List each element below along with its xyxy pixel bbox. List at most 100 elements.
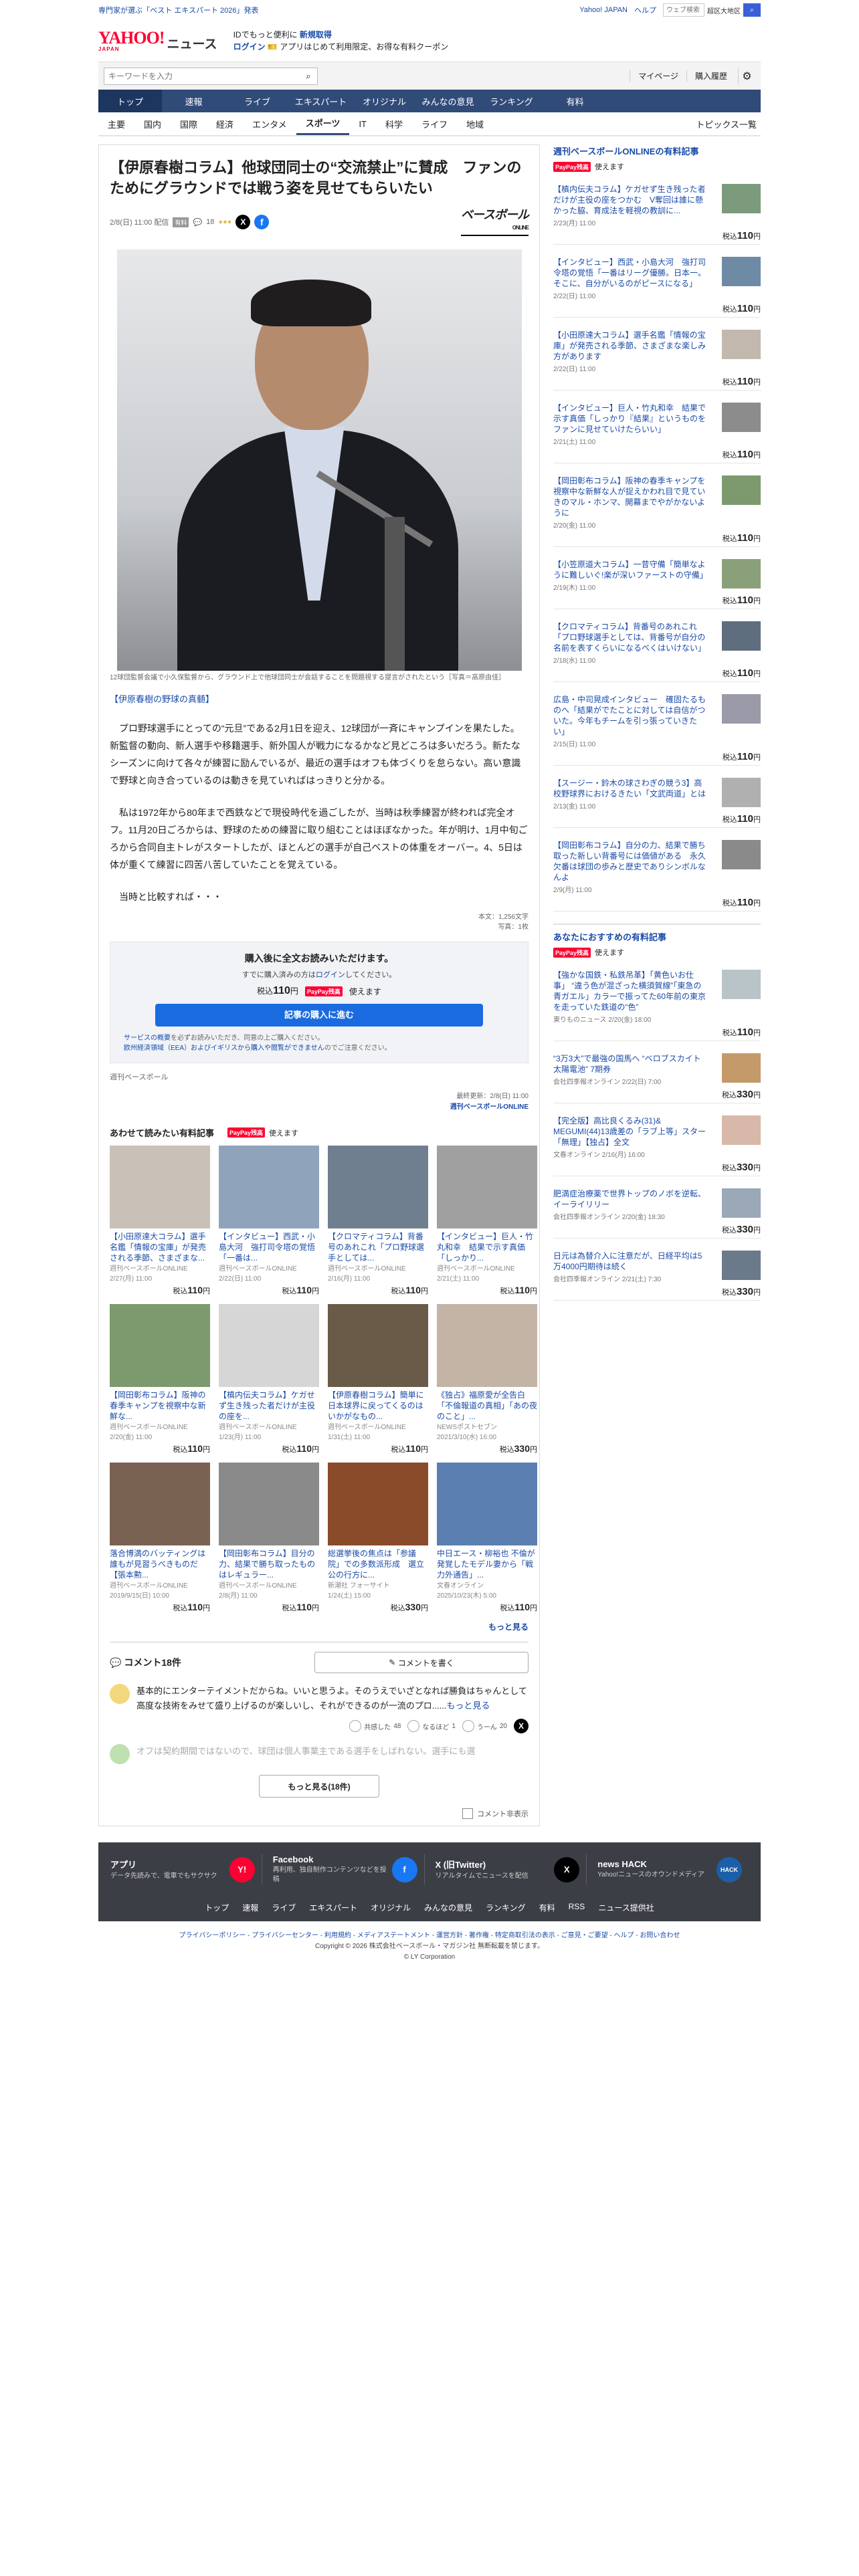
sidebar-article-title[interactable]: 広島・中司晃成インタビュー 確固たるものへ「結果がでたことに対しては自信がついた… — [553, 694, 707, 737]
category-tab[interactable]: 地域 — [457, 112, 493, 135]
sidebar-article[interactable]: 【槙内伝夫コラム】ケガせず生き残った者だけが主役の座をつかむ V奪回は誰に懸かっ… — [553, 184, 761, 227]
nav-item[interactable]: ランキング — [480, 90, 543, 112]
related-thumbnail[interactable] — [219, 1463, 319, 1545]
gear-icon[interactable]: ⚙ — [738, 67, 755, 85]
footer-nav-item[interactable]: みんなの意見 — [424, 1902, 472, 1913]
footer-nav-item[interactable]: ニュース提供社 — [598, 1902, 654, 1913]
category-tab[interactable]: エンタメ — [243, 112, 296, 135]
sidebar-thumbnail[interactable] — [722, 1053, 761, 1083]
related-title[interactable]: 【小田原達大コラム】選手名鑑「情報の宝庫」が発売される季節、さまざまな... — [110, 1231, 210, 1263]
publisher-link[interactable]: 週刊ベースボールONLINE — [450, 1103, 529, 1111]
sidebar-article[interactable]: 【岡田彰布コラム】阪神の春季キャンプを視察中な新鮮な人が捉えかわれ目で見ていきの… — [553, 475, 761, 530]
related-card[interactable]: 【槙内伝夫コラム】ケガせず生き残った者だけが主役の座を... 週刊ベースボールON… — [219, 1304, 319, 1455]
sidebar-article[interactable]: 【スージー・鈴木の球さわぎの競う3】高校野球界におけるきたい「文武両道」とは 2/… — [553, 778, 761, 811]
related-title[interactable]: 【クロマティコラム】背番号のあれこれ「プロ野球選手としては... — [328, 1231, 428, 1263]
topics-list-link[interactable]: トピックス一覧 — [696, 118, 761, 130]
facebook-share-icon[interactable]: f — [254, 215, 270, 229]
sidebar-article[interactable]: 肥満症治療薬で世界トップのノボを逆転、イーライリリー 会社四季報オンライン 2/2… — [553, 1188, 761, 1221]
category-tab[interactable]: 主要 — [98, 112, 134, 135]
footer-app-link[interactable]: news HACK Yahoo!ニュースのオウンドメディア HACK — [597, 1854, 749, 1885]
related-thumbnail[interactable] — [328, 1146, 428, 1228]
legal-links[interactable]: プライバシーポリシー - プライバシーセンター - 利用規約 - メディアステー… — [179, 1932, 680, 1939]
sidebar-thumbnail[interactable] — [722, 559, 761, 588]
related-card[interactable]: 【岡田彰布コラム】阪神の春季キャンプを視察中な新鮮な... 週刊ベースボールONL… — [110, 1304, 210, 1455]
related-card[interactable]: 【伊原春樹コラム】簡単に日本球界に戻ってくるのはいかがなもの... 週刊ベースボー… — [328, 1304, 428, 1455]
category-tab[interactable]: 科学 — [376, 112, 412, 135]
keyword-input[interactable] — [104, 68, 300, 84]
related-thumbnail[interactable] — [110, 1304, 210, 1387]
sidebar-article-title[interactable]: 【小田原達大コラム】選手名鑑「情報の宝庫」が発売される季節、さまざまな楽しみ方が… — [553, 330, 707, 362]
nav-item[interactable]: ライブ — [225, 90, 289, 112]
related-thumbnail[interactable] — [219, 1304, 319, 1387]
related-card[interactable]: 《独占》福原愛が全告白「不倫報道の真相」「あの夜のこと」... NEWSポストセブ… — [437, 1304, 537, 1455]
related-card[interactable]: 【インタビュー】西武・小島大河 強打司令塔の覚悟「一番は... 週刊ベースボールO… — [219, 1146, 319, 1296]
reaction-icons[interactable]: ●●● — [218, 218, 231, 226]
comment-icon[interactable]: 💬 — [193, 218, 202, 227]
footer-nav-item[interactable]: ランキング — [486, 1902, 526, 1913]
related-thumbnail[interactable] — [437, 1304, 537, 1387]
sidebar-article[interactable]: 【クロマティコラム】背番号のあれこれ「プロ野球選手としては、背番号が自分の名前を… — [553, 621, 761, 665]
service-overview-link[interactable]: サービスの概要 — [124, 1035, 171, 1042]
react-agree[interactable]: 共感した 48 — [349, 1719, 401, 1733]
related-thumbnail[interactable] — [110, 1463, 210, 1545]
react-hmm[interactable]: うーん 20 — [462, 1719, 507, 1733]
nav-item[interactable]: みんなの意見 — [416, 90, 480, 112]
footer-nav-item[interactable]: トップ — [205, 1902, 229, 1913]
nav-item[interactable]: 有料 — [543, 90, 607, 112]
footer-nav-item[interactable]: エキスパート — [309, 1902, 357, 1913]
sidebar-thumbnail[interactable] — [722, 840, 761, 869]
sidebar-thumbnail[interactable] — [722, 184, 761, 213]
search-icon[interactable]: ⌕ — [743, 3, 761, 17]
related-card[interactable]: 【インタビュー】巨人・竹丸和幸 結果で示す真価「しっかり... 週刊ベースボールO… — [437, 1146, 537, 1296]
category-tab[interactable]: 経済 — [207, 112, 243, 135]
sidebar-thumbnail[interactable] — [722, 403, 761, 432]
sidebar-thumbnail[interactable] — [722, 621, 761, 651]
sidebar-article-title[interactable]: 【岡田彰布コラム】自分の力、結果で勝ち取った新しい背番号には価値がある 永久欠番… — [553, 840, 707, 883]
related-title[interactable]: 《独占》福原愛が全告白「不倫報道の真相」「あの夜のこと」... — [437, 1390, 537, 1422]
sidebar-article[interactable]: 【岡田彰布コラム】自分の力、結果で勝ち取った新しい背番号には価値がある 永久欠番… — [553, 840, 761, 894]
sidebar-article[interactable]: 日元は為替介入に注意だが、日経平均は5万4000円期待は続く 会社四季報オンライン… — [553, 1251, 761, 1283]
sidebar-article-title[interactable]: 【完全版】高比良くるみ(31)& MEGUMI(44)13歳差の「ラブ上等」スタ… — [553, 1115, 707, 1148]
purchase-button[interactable]: 記事の購入に進む — [155, 1004, 483, 1027]
sidebar-article-title[interactable]: 【スージー・鈴木の球さわぎの競う3】高校野球界におけるきたい「文武両道」とは — [553, 778, 707, 799]
sidebar-article-title[interactable]: 【インタビュー】巨人・竹丸和幸 結果で示す真価「しっかり『結果』というものをファ… — [553, 403, 707, 435]
related-title[interactable]: 【槙内伝夫コラム】ケガせず生き残った者だけが主役の座を... — [219, 1390, 319, 1422]
sidebar-article[interactable]: 【強かな国鉄・私鉄吊革】「黄色いお仕事」 “違う色が混ざった横須賀線”「東急の青… — [553, 970, 761, 1024]
paywall-login-link[interactable]: ログイン — [316, 971, 345, 979]
expert-announcement-link[interactable]: 専門家が選ぶ「ベスト エキスパート 2026」発表 — [98, 5, 258, 15]
sidebar-article-title[interactable]: 【強かな国鉄・私鉄吊革】「黄色いお仕事」 “違う色が混ざった横須賀線”「東急の青… — [553, 970, 707, 1012]
footer-nav-item[interactable]: オリジナル — [371, 1902, 411, 1913]
footer-nav-item[interactable]: 速報 — [242, 1902, 258, 1913]
related-card[interactable]: 【クロマティコラム】背番号のあれこれ「プロ野球選手としては... 週刊ベースボール… — [328, 1146, 428, 1296]
sidebar-article[interactable]: “3万3大”で最強の国馬へ “ベロブスカイト太陽電池” 7期券 会社四季報オンライ… — [553, 1053, 761, 1086]
footer-app-link[interactable]: アプリ データ先読みで、電車でもサクサク Y! — [110, 1854, 262, 1885]
related-card[interactable]: 【小田原達大コラム】選手名鑑「情報の宝庫」が発売される季節、さまざまな... 週刊… — [110, 1146, 210, 1296]
sidebar-article-title[interactable]: 【小笠原道大コラム】一昔守備「簡単なように難しいぐ!楽が深いファーストの守備」 — [553, 559, 708, 580]
more-related-link[interactable]: もっと見る — [110, 1621, 529, 1632]
category-tab[interactable]: IT — [349, 112, 376, 135]
footer-app-link[interactable]: X (旧Twitter) リアルタイムでニュースを配信 X — [436, 1854, 587, 1885]
related-title[interactable]: 【岡田彰布コラム】阪神の春季キャンプを視察中な新鮮な... — [110, 1390, 210, 1422]
x-share-icon[interactable]: X — [235, 215, 251, 229]
yahoo-japan-link[interactable]: Yahoo! JAPAN — [579, 6, 628, 14]
related-title[interactable]: 【岡田彰布コラム】目分の力、結果で勝ち取ったものはレギュラー... — [219, 1548, 319, 1580]
related-card[interactable]: 落合博満のバッティングは誰もが見習うべきものだ【張本勲... 週刊ベースボールON… — [110, 1463, 210, 1613]
footer-nav-item[interactable]: RSS — [569, 1902, 585, 1913]
series-link[interactable]: 【伊原春樹の野球の真髄】 — [110, 692, 529, 705]
article-photo[interactable] — [116, 249, 522, 671]
sidebar-article-title[interactable]: “3万3大”で最強の国馬へ “ベロブスカイト太陽電池” 7期券 — [553, 1053, 707, 1075]
mypage-link[interactable]: マイページ — [630, 70, 686, 82]
category-tab[interactable]: ライフ — [412, 112, 457, 135]
sidebar-article-title[interactable]: 【クロマティコラム】背番号のあれこれ「プロ野球選手としては、背番号が自分の名前を… — [553, 621, 707, 653]
sidebar-article[interactable]: 【インタビュー】巨人・竹丸和幸 結果で示す真価「しっかり『結果』というものをファ… — [553, 403, 761, 446]
more-comments-button[interactable]: もっと見る(18件) — [259, 1775, 379, 1798]
web-search-input[interactable] — [663, 3, 704, 17]
sidebar-thumbnail[interactable] — [722, 330, 761, 359]
related-thumbnail[interactable] — [328, 1463, 428, 1545]
related-thumbnail[interactable] — [437, 1463, 537, 1545]
footer-nav-item[interactable]: ライブ — [272, 1902, 296, 1913]
related-card[interactable]: 総選挙後の焦点は「参議院」での多数派形成 選立公の行方に... 新潮社 フォーサイ… — [328, 1463, 428, 1613]
nav-item[interactable]: 速報 — [162, 90, 225, 112]
sidebar-thumbnail[interactable] — [722, 1251, 761, 1280]
nav-item[interactable]: オリジナル — [353, 90, 416, 112]
